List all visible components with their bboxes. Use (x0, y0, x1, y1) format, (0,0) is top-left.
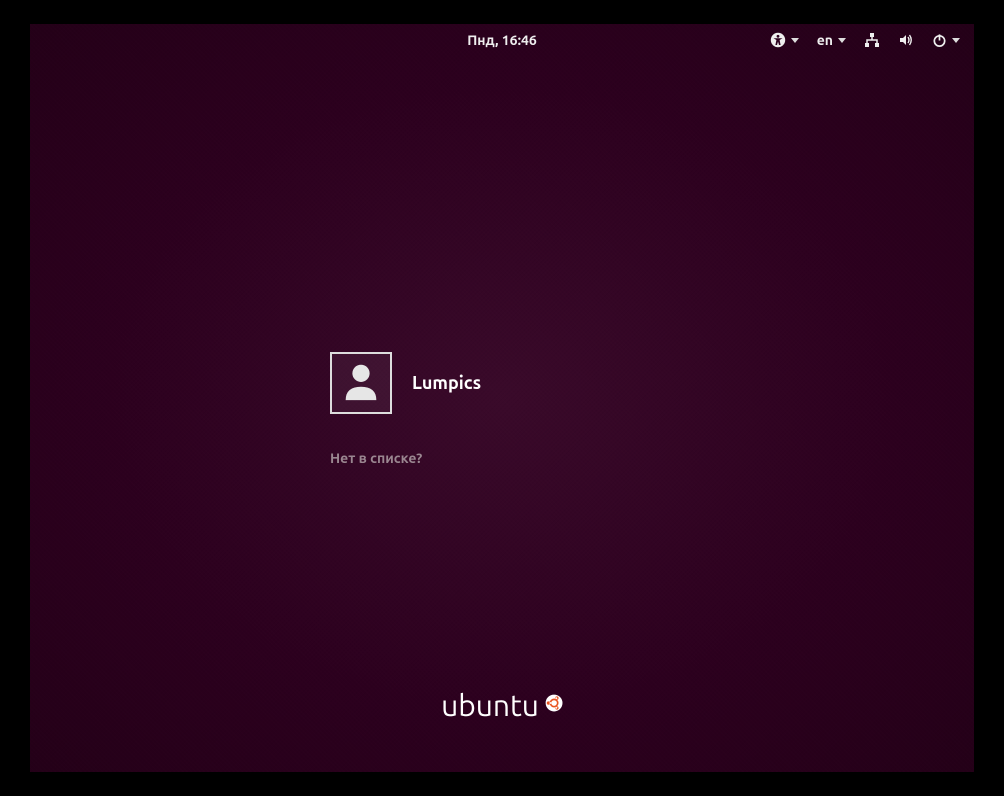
volume-icon (898, 32, 914, 48)
power-menu[interactable] (932, 33, 960, 48)
accessibility-menu[interactable] (770, 32, 799, 48)
top-bar: Пнд, 16:46 en (30, 24, 974, 56)
not-listed-link[interactable]: Нет в списке? (330, 450, 481, 466)
status-area: en (770, 24, 960, 56)
power-icon (932, 33, 947, 48)
login-screen: Пнд, 16:46 en (30, 24, 974, 772)
avatar (330, 352, 392, 414)
language-menu[interactable]: en (817, 32, 846, 48)
volume-menu[interactable] (898, 32, 914, 48)
chevron-down-icon (952, 38, 960, 43)
user-entry[interactable]: Lumpics (330, 352, 481, 414)
user-name-label: Lumpics (412, 373, 481, 393)
network-menu[interactable] (864, 32, 880, 48)
language-label: en (817, 32, 833, 48)
footer-brand: ubuntu (441, 688, 563, 722)
brand-text: ubuntu (441, 688, 539, 722)
chevron-down-icon (791, 38, 799, 43)
network-icon (864, 32, 880, 48)
clock[interactable]: Пнд, 16:46 (467, 32, 537, 48)
accessibility-icon (770, 32, 786, 48)
user-icon (338, 358, 384, 408)
chevron-down-icon (838, 38, 846, 43)
ubuntu-logo-icon (545, 694, 563, 716)
user-list: Lumpics Нет в списке? (330, 352, 481, 466)
